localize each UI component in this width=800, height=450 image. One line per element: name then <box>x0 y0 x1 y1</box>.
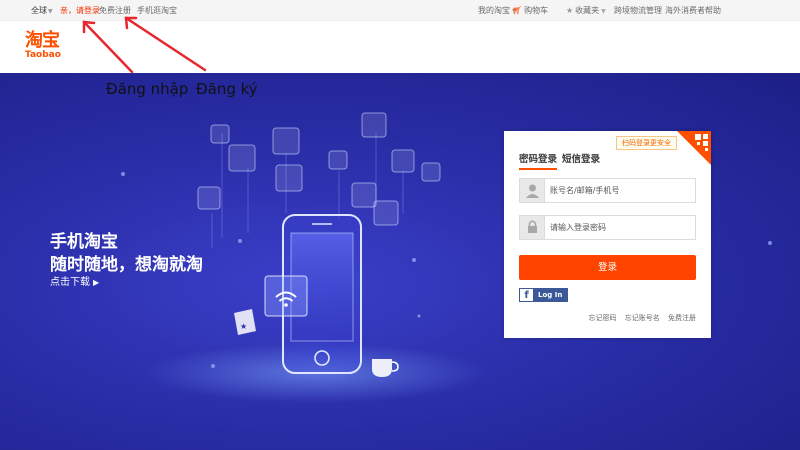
taobao-logo[interactable]: 淘宝 Taobao <box>25 30 61 61</box>
header <box>0 21 800 73</box>
register-link[interactable]: 免费注册 <box>99 5 131 16</box>
logo-en: Taobao <box>25 50 61 60</box>
password-field <box>519 215 696 240</box>
username-field <box>519 178 696 203</box>
login-link[interactable]: 亲，请登录 <box>60 5 100 16</box>
star-icon: ★ <box>566 6 574 15</box>
help-link[interactable]: 海外消费者帮助 <box>665 5 721 16</box>
login-button[interactable]: 登录 <box>519 255 696 280</box>
password-input[interactable] <box>550 219 690 235</box>
free-register-link[interactable]: 免费注册 <box>668 314 696 322</box>
download-label: 点击下载 <box>50 277 90 288</box>
top-bar: 全球▼ 亲，请登录 免费注册 手机逛淘宝 我的淘宝 ▼ 🛒︎ 购物车 ★ 收藏夹 ▼ 跨… <box>0 0 800 21</box>
lock-icon <box>520 216 545 239</box>
user-icon <box>520 179 545 202</box>
region-label: 全球 <box>31 6 47 15</box>
region-selector[interactable]: 全球▼ <box>31 5 53 17</box>
facebook-login-label: Log In <box>538 291 563 299</box>
favorites-label: 收藏夹 <box>575 6 600 15</box>
play-icon: ▶ <box>93 278 100 287</box>
forgot-password-link[interactable]: 忘记密码 <box>589 314 617 322</box>
cart-icon: 🛒︎ <box>512 6 523 15</box>
shopping-bag-icon: ★ <box>234 309 256 335</box>
facebook-login-button[interactable]: f Log In <box>519 288 569 302</box>
floating-icons <box>197 112 441 226</box>
username-input[interactable] <box>550 182 690 198</box>
wifi-card <box>264 275 308 317</box>
tab-password-login[interactable]: 密码登录 <box>519 151 558 170</box>
login-links: 忘记密码 忘记账号名 免费注册 <box>583 313 696 323</box>
logo-cn: 淘宝 <box>25 30 60 51</box>
qr-code-icon[interactable] <box>677 131 711 165</box>
annotation-login: Đăng nhập <box>106 80 189 98</box>
favorites-menu[interactable]: ★ 收藏夹 ▼ <box>566 5 606 17</box>
qr-login-tip[interactable]: 扫码登录更安全 <box>616 136 677 150</box>
chevron-down-icon: ▼ <box>601 8 606 15</box>
hero-subtitle: 随时随地，想淘就淘 <box>50 255 203 275</box>
forgot-account-link[interactable]: 忘记账号名 <box>625 314 660 322</box>
my-taobao-label: 我的淘宝 <box>478 6 510 15</box>
login-panel: 扫码登录更安全 密码登录 短信登录 登录 f Log In 忘记密码 忘记账号名… <box>504 131 711 338</box>
cart-label: 购物车 <box>524 6 549 15</box>
tab-sms-login[interactable]: 短信登录 <box>562 151 600 165</box>
mobile-taobao-link[interactable]: 手机逛淘宝 <box>137 5 177 16</box>
cart-link[interactable]: 🛒︎ 购物车 <box>512 5 548 16</box>
cross-border-link[interactable]: 跨境物流管理 <box>614 5 662 16</box>
chevron-down-icon: ▼ <box>48 8 53 15</box>
download-link[interactable]: 点击下载 ▶ <box>50 273 99 288</box>
my-taobao-menu[interactable]: 我的淘宝 ▼ <box>478 5 517 17</box>
hero-title: 手机淘宝 <box>50 232 118 252</box>
annotation-register: Đăng ký <box>196 80 258 98</box>
facebook-icon: f <box>520 289 533 301</box>
svg-text:★: ★ <box>240 322 247 331</box>
